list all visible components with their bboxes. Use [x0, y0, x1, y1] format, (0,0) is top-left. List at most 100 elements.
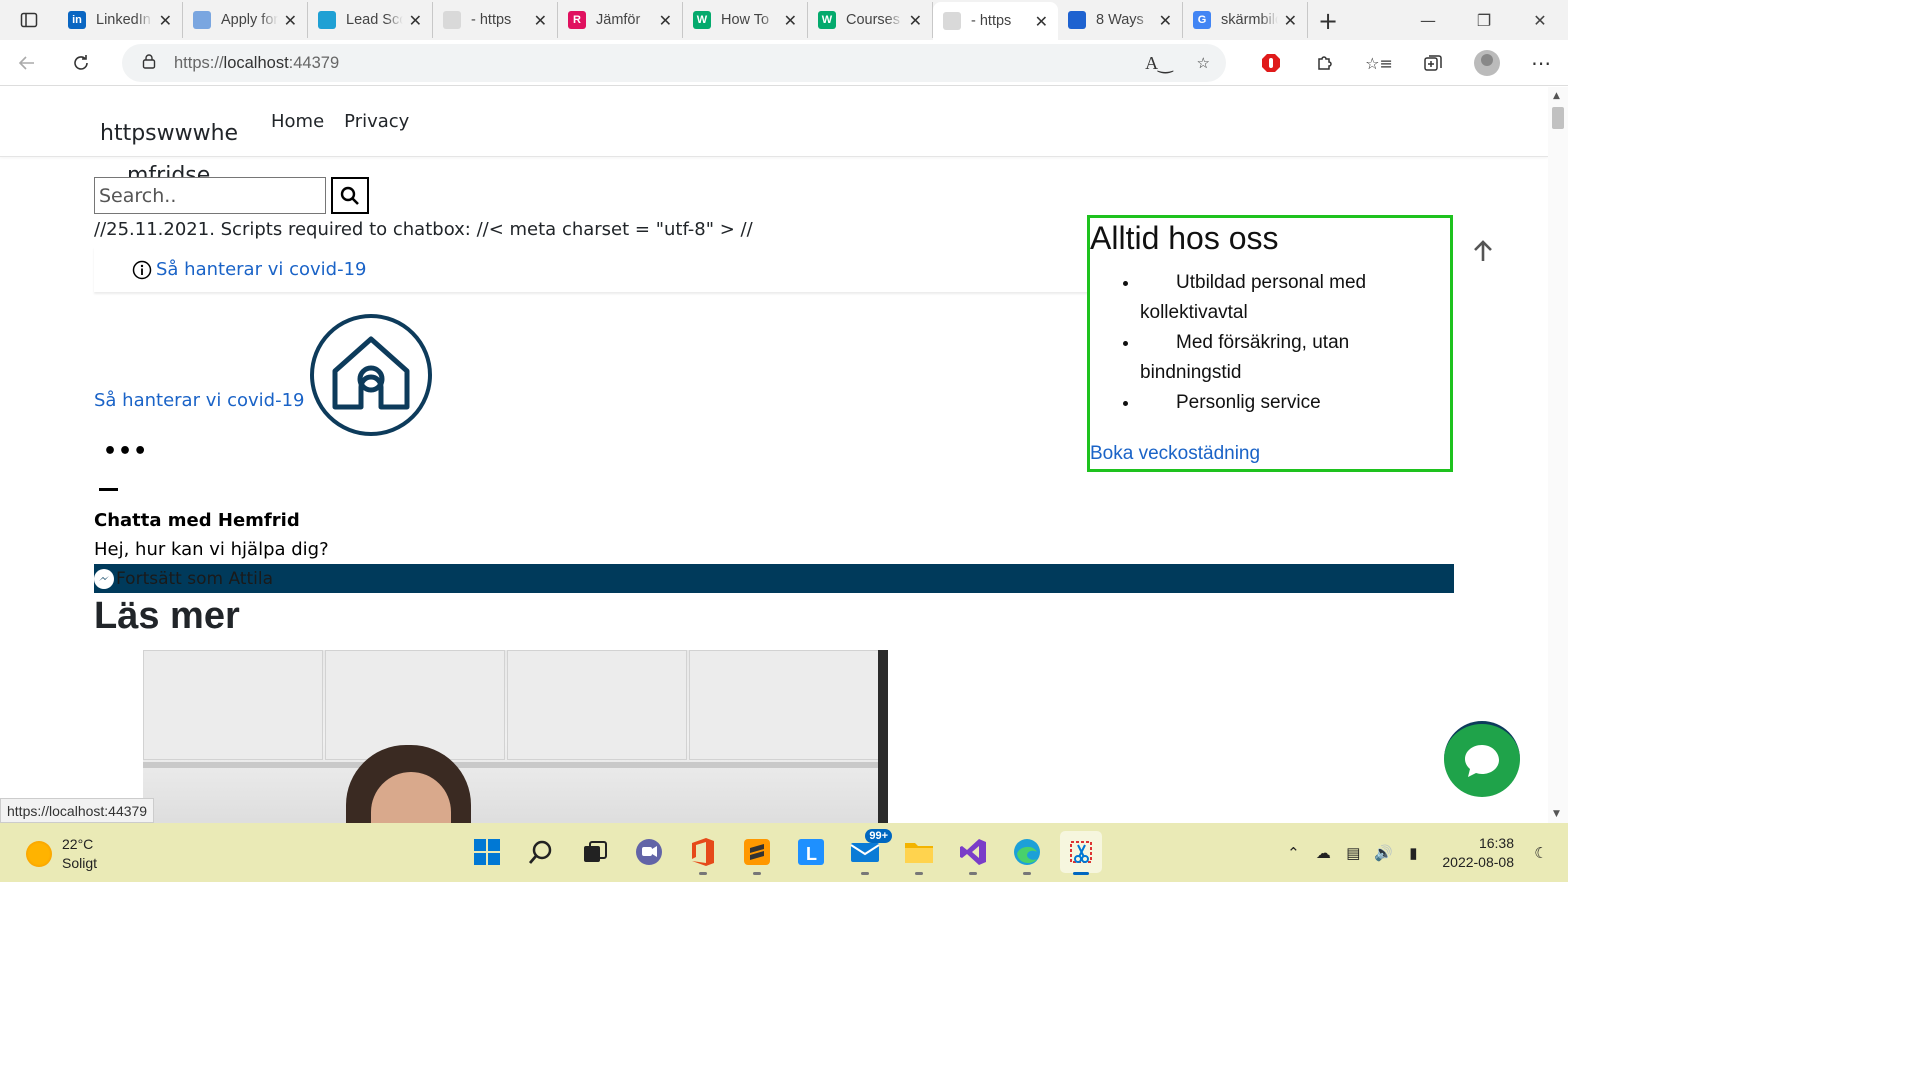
lead-icon: [318, 11, 336, 29]
close-tab-icon[interactable]: ✕: [784, 11, 797, 30]
close-tab-icon[interactable]: ✕: [409, 11, 422, 30]
teams-chat-button[interactable]: [628, 831, 670, 873]
close-tab-icon[interactable]: ✕: [284, 11, 297, 30]
browser-tab[interactable]: Apply for ✕: [183, 2, 308, 38]
browser-tab[interactable]: W Courses ✕: [808, 2, 933, 38]
chevron-up-icon[interactable]: ⌃: [1278, 844, 1308, 862]
scroll-up-icon[interactable]: ▲: [1553, 91, 1560, 101]
extensions-icon[interactable]: [1298, 40, 1352, 86]
house-logo-icon: [310, 314, 433, 436]
minimize-icon[interactable]: —: [1400, 0, 1456, 40]
read-aloud-icon[interactable]: A‿: [1145, 53, 1172, 74]
page-scrollbar[interactable]: ▲ ▼: [1548, 87, 1568, 823]
battery-icon[interactable]: ▮: [1398, 844, 1428, 862]
mail-button[interactable]: 99+: [844, 829, 892, 875]
browser-tab[interactable]: R Jämför ✕: [558, 2, 683, 38]
lock-icon[interactable]: [142, 53, 156, 73]
favorites-icon[interactable]: ☆≡: [1352, 40, 1406, 86]
browser-tab[interactable]: Lead Score ✕: [308, 2, 433, 38]
scroll-down-icon[interactable]: ▼: [1553, 809, 1560, 819]
tab-actions-icon[interactable]: [0, 0, 58, 40]
close-window-icon[interactable]: ✕: [1512, 0, 1568, 40]
tab-title: 8 Ways: [1096, 12, 1144, 28]
browser-toolbar: https://localhost:44379 A‿ ☆ ☆≡ ⋯: [0, 40, 1568, 86]
browser-tab[interactable]: Gskärmbild ✕: [1183, 2, 1308, 38]
tab-title: Apply for: [221, 12, 278, 28]
close-tab-icon[interactable]: ✕: [1035, 12, 1048, 31]
browser-tab[interactable]: W How To ✕: [683, 2, 808, 38]
clock[interactable]: 16:38 2022-08-08: [1442, 834, 1514, 872]
counter: [143, 762, 888, 768]
minimize-chat-icon[interactable]: [99, 488, 118, 491]
search-form: [94, 177, 369, 214]
refresh-icon[interactable]: [54, 40, 108, 86]
nav-privacy-link[interactable]: Privacy: [344, 111, 409, 132]
focus-moon-icon[interactable]: ☾: [1526, 844, 1556, 862]
back-arrow-icon[interactable]: [0, 40, 54, 86]
visual-studio-button[interactable]: [952, 831, 994, 875]
cabinet: [143, 650, 323, 760]
covid-home-row: Så hanterar vi covid-19: [94, 313, 433, 437]
sublime-button[interactable]: [736, 831, 778, 875]
tab-title: Courses: [846, 12, 900, 28]
profile-avatar[interactable]: [1460, 40, 1514, 86]
browser-tab[interactable]: - https ✕: [933, 2, 1058, 40]
more-options-icon[interactable]: •••: [103, 439, 148, 464]
sublime-icon: [744, 839, 770, 865]
svg-text:L: L: [806, 844, 817, 864]
lync-button[interactable]: L: [790, 831, 832, 873]
running-indicator: [969, 872, 977, 875]
browser-tab[interactable]: 8 Ways ✕: [1058, 2, 1183, 38]
r-icon: R: [568, 11, 586, 29]
search-button[interactable]: [331, 177, 369, 214]
search-icon: [528, 840, 552, 864]
close-tab-icon[interactable]: ✕: [159, 11, 172, 30]
restore-icon[interactable]: ❐: [1456, 0, 1512, 40]
display-icon[interactable]: ▤: [1338, 844, 1368, 862]
adblock-icon[interactable]: [1244, 40, 1298, 86]
url-text: https://localhost:44379: [174, 54, 339, 73]
browser-tab-bar: in LinkedIn ✕ Apply for ✕ Lead Score ✕ - https ✕…: [0, 0, 1568, 40]
scroll-thumb[interactable]: [1552, 107, 1564, 129]
close-tab-icon[interactable]: ✕: [1284, 11, 1297, 30]
chat-bubble-button[interactable]: [1444, 721, 1520, 797]
book-cleaning-link[interactable]: Boka veckostädning: [1090, 443, 1260, 465]
search-input[interactable]: [94, 177, 326, 214]
browser-tab[interactable]: in LinkedIn ✕: [58, 2, 183, 38]
onedrive-icon[interactable]: ☁: [1308, 844, 1338, 862]
add-favorite-icon[interactable]: ☆: [1197, 54, 1210, 72]
search-icon: [340, 186, 359, 205]
new-tab-button[interactable]: +: [1308, 2, 1348, 40]
list-item: Personlig service: [1140, 388, 1450, 418]
visual-studio-icon: [960, 839, 986, 865]
messenger-icon: [94, 568, 114, 589]
list-item-text: Personlig service: [1176, 392, 1321, 413]
file-explorer-button[interactable]: [898, 831, 940, 875]
office-button[interactable]: [682, 831, 724, 875]
taskbar-apps: L 99+: [466, 829, 1102, 875]
messenger-continue-button[interactable]: Fortsätt som Attila: [94, 564, 1454, 593]
settings-more-icon[interactable]: ⋯: [1514, 40, 1568, 86]
covid-link-secondary[interactable]: Så hanterar vi covid-19: [94, 390, 304, 411]
running-indicator: [699, 872, 707, 875]
list-item-text: Utbildad personal med kollektivavtal: [1140, 272, 1367, 323]
covid-link[interactable]: Så hanterar vi covid-19: [156, 259, 366, 280]
address-bar[interactable]: https://localhost:44379 A‿ ☆: [122, 44, 1226, 82]
weather-widget[interactable]: 22°C Soligt: [26, 835, 97, 873]
close-tab-icon[interactable]: ✕: [659, 11, 672, 30]
close-tab-icon[interactable]: ✕: [534, 11, 547, 30]
collections-icon[interactable]: [1406, 40, 1460, 86]
search-taskbar-button[interactable]: [520, 831, 562, 873]
close-tab-icon[interactable]: ✕: [1159, 11, 1172, 30]
task-view-button[interactable]: [574, 831, 616, 873]
browser-tab[interactable]: - https ✕: [433, 2, 558, 38]
start-button[interactable]: [466, 831, 508, 873]
volume-icon[interactable]: 🔊: [1368, 844, 1398, 862]
snipping-tool-button[interactable]: [1060, 831, 1102, 875]
edge-button[interactable]: [1006, 831, 1048, 875]
close-tab-icon[interactable]: ✕: [909, 11, 922, 30]
nav-home-link[interactable]: Home: [271, 111, 324, 132]
scroll-to-top-icon[interactable]: [1472, 239, 1494, 267]
messenger-text: Fortsätt som Attila: [116, 568, 273, 589]
list-item: Med försäkring, utan bindningstid: [1140, 328, 1450, 388]
